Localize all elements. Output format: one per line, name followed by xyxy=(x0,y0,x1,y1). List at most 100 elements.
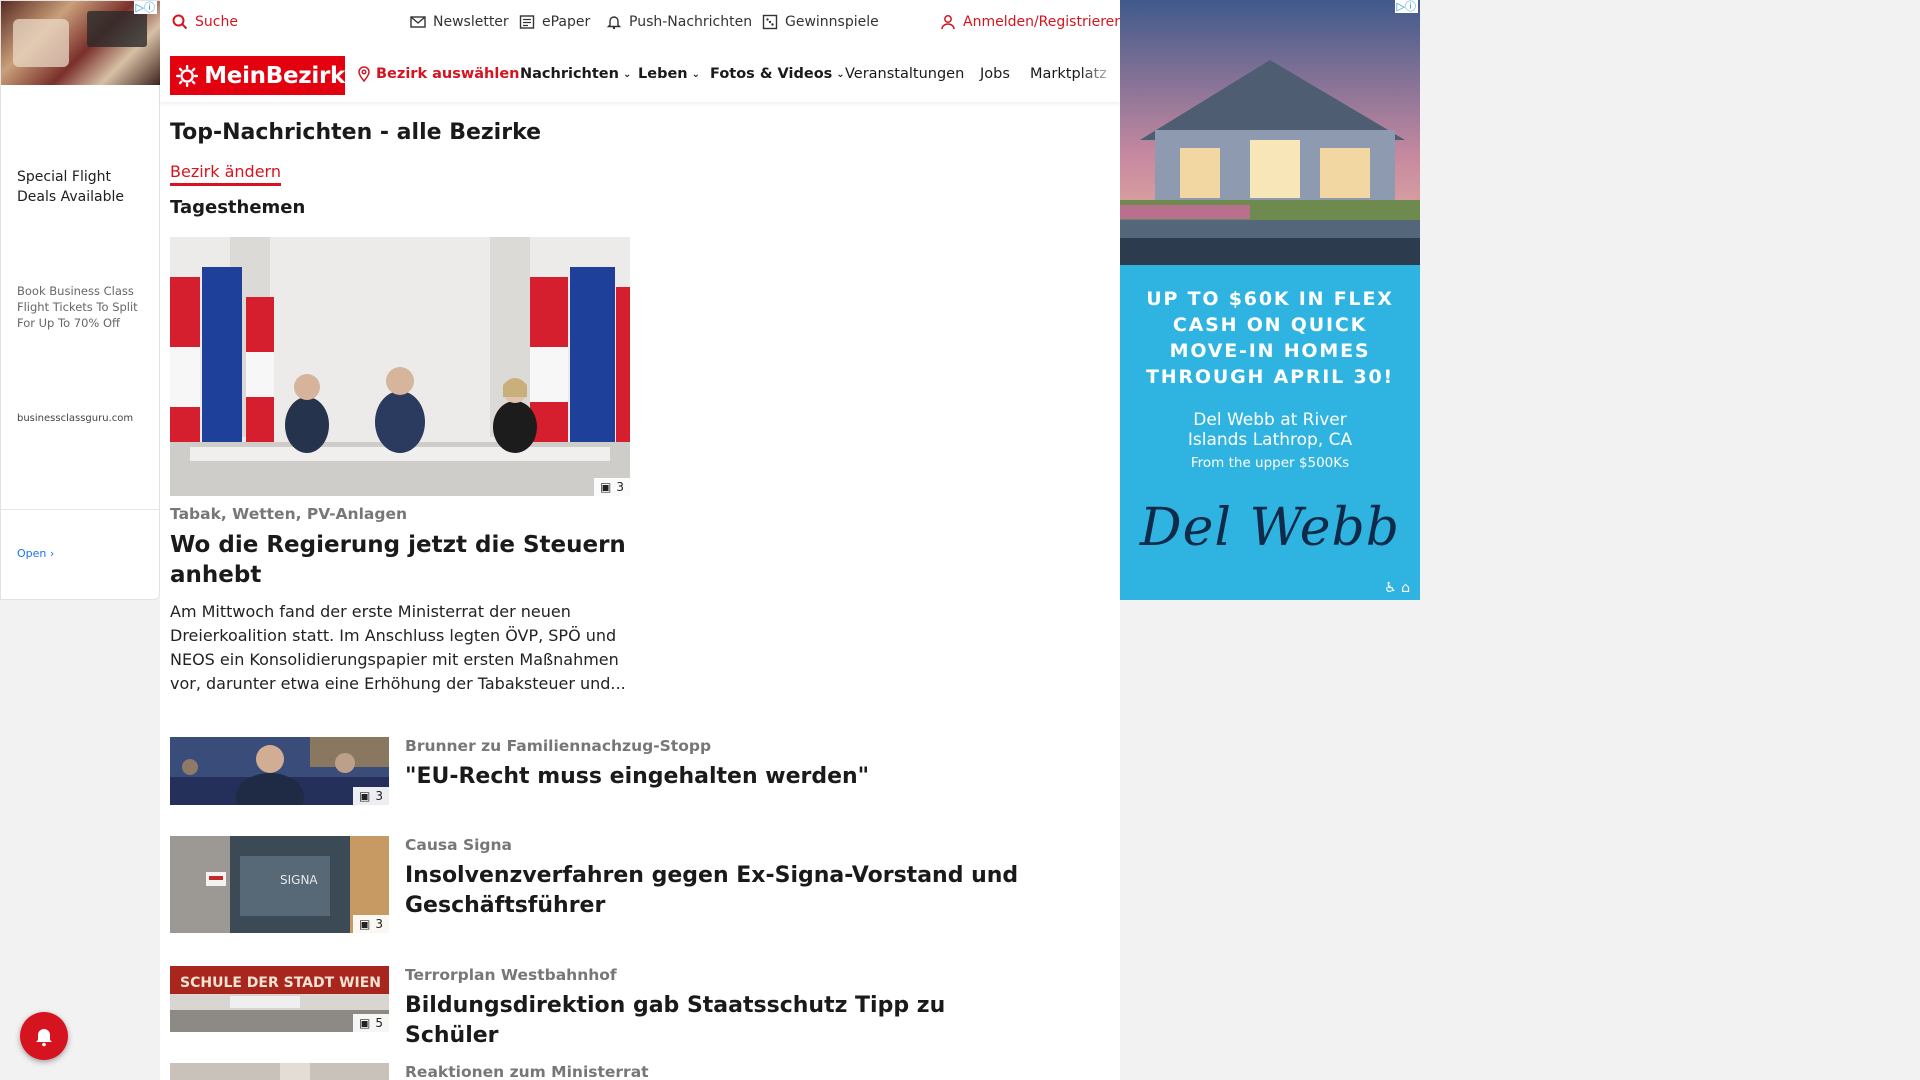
top-utility-bar: Suche Newsletter ePaper Push-Nachrichten… xyxy=(160,0,1123,46)
ad-place: Del Webb at River Islands Lathrop, CA xyxy=(1120,410,1420,450)
chevron-right-icon: › xyxy=(49,547,55,560)
article-kicker: Brunner zu Familiennachzug-Stopp xyxy=(405,737,712,755)
article-thumbnail[interactable]: SCHULE DER STADT WIEN ▣ 5 xyxy=(170,966,389,1032)
ad-headline[interactable]: Special Flight Deals Available xyxy=(17,167,147,207)
accessibility-housing-icons: ♿ ⌂ xyxy=(1384,580,1410,596)
mail-icon xyxy=(410,16,426,28)
hero-kicker: Tabak, Wetten, PV-Anlagen xyxy=(170,505,407,523)
push-notifications-link[interactable]: Push-Nachrichten xyxy=(606,14,752,30)
article-thumbnail[interactable]: SIGNA ▣ 3 xyxy=(170,836,389,933)
notification-bell-button[interactable] xyxy=(20,1012,68,1060)
nav-label: Nachrichten xyxy=(520,66,619,82)
gallery-icon: ▣ xyxy=(600,480,612,494)
ad-house-image[interactable]: ▷ⓘ xyxy=(1120,0,1420,265)
image-count-badge: ▣ 3 xyxy=(353,915,389,933)
ad-headline: UP TO $60K IN FLEX CASH ON QUICK MOVE-IN… xyxy=(1120,286,1420,390)
nav-fade xyxy=(1080,46,1120,102)
article-thumbnail[interactable]: ▣ 3 xyxy=(170,737,389,805)
page-title: Top-Nachrichten - alle Bezirke xyxy=(170,120,542,145)
nav-item-leben[interactable]: Leben ⌄ xyxy=(638,66,700,82)
right-ad-banner[interactable]: ▷ⓘ UP TO $60K IN FLEX CASH ON QUICK MOVE… xyxy=(1120,0,1420,600)
bezirk-select-button[interactable]: Bezirk auswählen xyxy=(356,66,520,82)
gallery-icon: ▣ xyxy=(359,917,371,931)
article-title[interactable]: Bildungsdirektion gab Staatsschutz Tipp … xyxy=(405,991,1045,1051)
article-kicker: Terrorplan Westbahnhof xyxy=(405,966,617,984)
left-ad-banner[interactable]: ▷ⓘ Special Flight Deals Available Book B… xyxy=(0,0,161,600)
house-photo xyxy=(1120,0,1420,265)
image-count: 3 xyxy=(375,917,383,931)
ad-open-button[interactable]: Open › xyxy=(17,547,54,560)
image-count-badge: ▣ 3 xyxy=(353,787,389,805)
gallery-icon: ▣ xyxy=(359,789,371,803)
ad-brand-logo: Del Webb xyxy=(1139,498,1401,558)
gift-icon xyxy=(762,14,778,30)
push-label: Push-Nachrichten xyxy=(629,14,753,30)
article-kicker: Causa Signa xyxy=(405,836,513,854)
article-title[interactable]: "EU-Recht muss eingehalten werden" xyxy=(405,762,1045,792)
nav-label: Veranstaltungen xyxy=(845,66,965,82)
bezirk-select-label: Bezirk auswählen xyxy=(376,66,520,82)
location-pin-icon xyxy=(358,66,370,82)
hero-photo xyxy=(170,237,630,496)
image-count-badge: ▣ 3 xyxy=(594,478,630,496)
image-count: 5 xyxy=(375,1016,383,1030)
divider xyxy=(1,509,159,510)
image-count: 3 xyxy=(616,480,624,494)
search-label: Suche xyxy=(195,14,238,30)
image-count: 3 xyxy=(375,789,383,803)
gewinnspiele-link[interactable]: Gewinnspiele xyxy=(762,14,879,30)
newspaper-icon xyxy=(519,15,535,29)
article-row[interactable]: SIGNA ▣ 3 Causa Signa Insolvenzverfahren… xyxy=(170,836,1070,933)
gallery-icon: ▣ xyxy=(359,1016,371,1030)
adchoices-icon[interactable]: ▷ⓘ xyxy=(133,1,157,14)
change-bezirk-link[interactable]: Bezirk ändern xyxy=(170,162,281,186)
logo-sun-icon xyxy=(176,64,199,87)
ad-place-text: Del Webb at River Islands Lathrop, CA xyxy=(1187,410,1353,450)
user-icon xyxy=(941,15,955,30)
ad-url[interactable]: businessclassguru.com xyxy=(17,413,133,424)
newsletter-link[interactable]: Newsletter xyxy=(410,14,509,30)
nav-item-jobs[interactable]: Jobs xyxy=(980,66,1010,82)
gewinnspiele-label: Gewinnspiele xyxy=(785,14,879,30)
epaper-link[interactable]: ePaper xyxy=(519,14,590,30)
nav-label: Jobs xyxy=(980,66,1010,82)
login-link[interactable]: Anmelden/Registrieren xyxy=(940,14,1123,30)
site-logo[interactable]: MeinBezirk xyxy=(170,56,345,95)
chevron-down-icon: ⌄ xyxy=(622,68,632,80)
bell-icon xyxy=(606,16,622,30)
epaper-label: ePaper xyxy=(542,14,591,30)
main-column: Suche Newsletter ePaper Push-Nachrichten… xyxy=(160,0,1123,1080)
thumbnail-photo xyxy=(170,1063,389,1080)
logo-text: MeinBezirk xyxy=(204,62,345,89)
svg-text:SIGNA: SIGNA xyxy=(280,873,318,887)
section-title: Tagesthemen xyxy=(170,197,306,218)
nav-item-veranstaltungen[interactable]: Veranstaltungen xyxy=(845,66,964,82)
article-row[interactable]: Reaktionen zum Ministerrat xyxy=(170,1063,1070,1080)
chevron-down-icon: ⌄ xyxy=(691,68,701,80)
chevron-down-icon: ⌄ xyxy=(836,68,845,80)
ad-description: Book Business Class Flight Tickets To Sp… xyxy=(17,284,138,330)
article-row[interactable]: SCHULE DER STADT WIEN ▣ 5 Terrorplan Wes… xyxy=(170,966,1070,1048)
article-row[interactable]: ▣ 3 Brunner zu Familiennachzug-Stopp "EU… xyxy=(170,737,1070,805)
nav-label: Fotos & Videos xyxy=(710,66,833,82)
hero-teaser[interactable]: Am Mittwoch fand der erste Ministerrat d… xyxy=(170,600,640,696)
ad-price: From the upper $500Ks xyxy=(1190,455,1350,471)
newsletter-label: Newsletter xyxy=(433,14,509,30)
bell-icon xyxy=(36,1029,52,1047)
login-label: Anmelden/Registrieren xyxy=(963,14,1124,30)
search-button[interactable]: Suche xyxy=(172,14,238,30)
adchoices-icon[interactable]: ▷ⓘ xyxy=(1394,0,1418,13)
ad-headline-text: UP TO $60K IN FLEX CASH ON QUICK MOVE-IN… xyxy=(1146,288,1394,388)
hero-image[interactable]: ▣ 3 xyxy=(170,237,630,496)
image-count-badge: ▣ 5 xyxy=(353,1014,389,1032)
article-kicker: Reaktionen zum Ministerrat xyxy=(405,1063,649,1080)
article-thumbnail[interactable] xyxy=(170,1063,389,1080)
search-icon xyxy=(172,14,188,30)
svg-text:SCHULE DER STADT WIEN: SCHULE DER STADT WIEN xyxy=(180,975,381,991)
nav-item-nachrichten[interactable]: Nachrichten ⌄ xyxy=(520,66,631,82)
main-navigation: MeinBezirk Bezirk auswählen Nachrichten … xyxy=(160,46,1120,102)
hero-title[interactable]: Wo die Regierung jetzt die Steuern anheb… xyxy=(170,530,630,590)
nav-label: Leben xyxy=(638,66,688,82)
nav-item-fotos-videos[interactable]: Fotos & Videos ⌄ xyxy=(710,66,845,82)
article-title[interactable]: Insolvenzverfahren gegen Ex-Signa-Vorsta… xyxy=(405,861,1045,921)
